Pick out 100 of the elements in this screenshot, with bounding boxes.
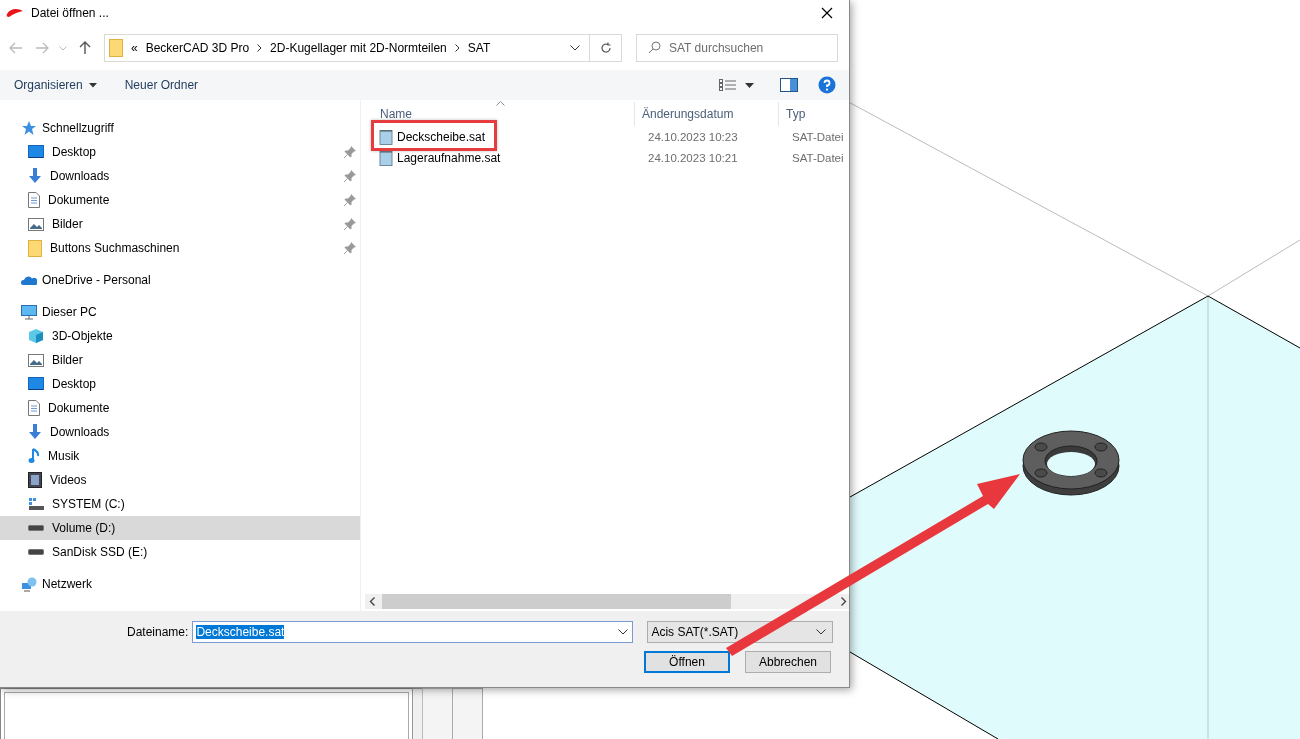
nav-label: Bilder (52, 353, 83, 367)
pin-icon[interactable] (344, 146, 356, 158)
nav-label: Downloads (50, 425, 110, 439)
cloud-icon (21, 275, 37, 285)
new-folder-button[interactable]: Neuer Ordner (114, 74, 209, 96)
nav-label: Schnellzugriff (42, 121, 114, 135)
nav-item[interactable]: Dieser PC (0, 300, 360, 324)
nav-label: Buttons Suchmaschinen (50, 241, 180, 255)
sort-caret-icon (495, 101, 505, 106)
pin-icon[interactable] (344, 170, 356, 182)
document-icon (28, 400, 40, 416)
caret-icon[interactable] (745, 82, 754, 88)
folder-icon (109, 39, 123, 57)
nav-label: Dieser PC (42, 305, 97, 319)
nav-item[interactable]: Desktop (0, 372, 360, 396)
nav-label: Netzwerk (42, 577, 92, 591)
nav-item[interactable]: Dokumente (0, 188, 360, 212)
nav-item[interactable]: Downloads (0, 164, 360, 188)
nav-item[interactable]: SanDisk SSD (E:) (0, 540, 360, 564)
search-field[interactable]: SAT durchsuchen (636, 34, 838, 62)
preview-pane-icon[interactable] (780, 78, 798, 92)
file-type: SAT-Datei (791, 130, 844, 143)
overflow-chevron[interactable]: « (131, 41, 138, 55)
nav-label: Downloads (50, 169, 110, 183)
file-type-dropdown[interactable]: Acis SAT(*.SAT) (647, 621, 834, 643)
document-icon (28, 192, 40, 208)
organize-menu-button[interactable]: Organisieren (4, 74, 107, 96)
chevron-left-icon[interactable] (369, 597, 376, 606)
column-header[interactable]: Name (365, 102, 635, 126)
nav-item[interactable]: Bilder (0, 348, 360, 372)
up-arrow-icon[interactable] (79, 41, 91, 55)
filename-field[interactable]: Deckscheibe.sat (192, 621, 634, 643)
filename-value: Deckscheibe.sat (196, 625, 285, 639)
download-arrow-icon (28, 424, 42, 440)
caret-icon (88, 82, 97, 88)
nav-label: 3D-Objekte (52, 329, 113, 343)
horizontal-scrollbar[interactable] (365, 594, 849, 609)
drive-icon (28, 525, 44, 531)
pin-icon[interactable] (344, 194, 356, 206)
nav-item[interactable]: Schnellzugriff (0, 116, 360, 140)
chevron-right-icon[interactable] (257, 44, 263, 52)
window-title: Datei öffnen ... (31, 6, 109, 20)
nav-label: OneDrive - Personal (42, 273, 151, 287)
dialog-button[interactable]: Abbrechen (745, 651, 831, 673)
address-bar[interactable]: « BeckerCAD 3D Pro 2D-Kugellager mit 2D-Normteilen SAT (104, 34, 590, 62)
chevron-right-icon[interactable] (840, 597, 847, 606)
nav-item[interactable]: OneDrive - Personal (0, 268, 360, 292)
star-icon (21, 120, 37, 136)
breadcrumb-segment[interactable]: 2D-Kugellager mit 2D-Normteilen (270, 41, 447, 55)
column-header[interactable]: Typ (779, 102, 849, 126)
close-icon (821, 7, 833, 19)
music-note-icon (28, 448, 40, 464)
nav-item[interactable]: Videos (0, 468, 360, 492)
nav-label: Volume (D:) (52, 521, 116, 535)
file-date: 24.10.2023 10:21 (647, 151, 739, 164)
drive-icon (28, 549, 44, 555)
notepad-file-icon (379, 128, 393, 145)
breadcrumb-segment[interactable]: BeckerCAD 3D Pro (145, 41, 250, 55)
nav-label: Videos (50, 473, 87, 487)
file-date: 24.10.2023 10:23 (647, 130, 739, 143)
chevron-down-icon[interactable] (570, 45, 580, 51)
dialog-button[interactable]: Öffnen (644, 651, 730, 673)
network-icon (21, 576, 37, 592)
nav-item[interactable]: SYSTEM (C:) (0, 492, 360, 516)
nav-item[interactable]: Downloads (0, 420, 360, 444)
pin-icon[interactable] (344, 218, 356, 230)
file-type: SAT-Datei (791, 151, 844, 164)
nav-label: SYSTEM (C:) (52, 497, 125, 511)
refresh-button[interactable] (590, 34, 622, 62)
filename-label: Dateiname: (127, 625, 189, 639)
view-options-icon[interactable] (719, 79, 737, 91)
folder-icon (28, 239, 42, 257)
nav-item[interactable]: Desktop (0, 140, 360, 164)
nav-item[interactable]: Volume (D:) (0, 516, 360, 540)
chevron-right-icon[interactable] (454, 44, 460, 52)
film-icon (28, 472, 42, 488)
nav-item[interactable]: Musik (0, 444, 360, 468)
chevron-down-icon (816, 629, 827, 635)
nav-label: Desktop (52, 145, 97, 159)
nav-label: Musik (48, 449, 80, 463)
nav-item[interactable]: Netzwerk (0, 572, 360, 596)
nav-item[interactable]: Dokumente (0, 396, 360, 420)
nav-item[interactable]: 3D-Objekte (0, 324, 360, 348)
desktop-icon (28, 145, 44, 159)
refresh-icon (599, 42, 612, 54)
file-name[interactable]: Lageraufnahme.sat (397, 150, 501, 165)
chevron-down-icon[interactable] (618, 629, 629, 635)
nav-item[interactable]: Buttons Suchmaschinen (0, 236, 360, 260)
breadcrumb-segment[interactable]: SAT (467, 41, 491, 55)
monitor-icon (21, 304, 37, 320)
column-header[interactable]: Änderungsdatum (635, 102, 779, 126)
system-drive-icon (28, 497, 44, 511)
file-name[interactable]: Deckscheibe.sat (397, 129, 486, 144)
nav-label: Dokumente (48, 401, 110, 415)
pin-icon[interactable] (344, 242, 356, 254)
help-icon[interactable] (818, 76, 836, 94)
nav-label: Desktop (52, 377, 97, 391)
nav-item[interactable]: Bilder (0, 212, 360, 236)
picture-icon (28, 217, 44, 231)
desktop-icon (28, 377, 44, 391)
